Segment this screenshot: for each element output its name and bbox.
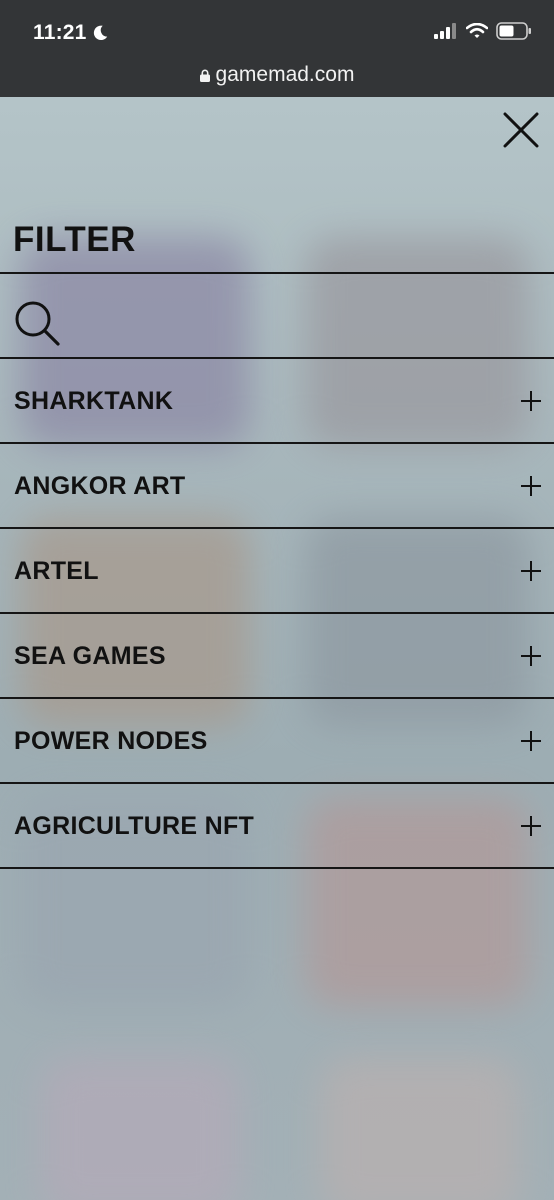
category-label: SEA GAMES [14, 642, 166, 670]
cellular-signal-icon [434, 23, 456, 39]
status-time: 11:21 [33, 21, 87, 44]
search-input[interactable] [70, 294, 530, 340]
category-label: ARTEL [14, 557, 99, 585]
category-item-angkor-art[interactable]: ANGKOR ART [0, 444, 554, 527]
filter-title: FILTER [13, 220, 136, 259]
category-item-power-nodes[interactable]: POWER NODES [0, 699, 554, 782]
wifi-icon [466, 23, 488, 38]
category-item-artel[interactable]: ARTEL [0, 529, 554, 612]
category-label: ANGKOR ART [14, 472, 186, 500]
search-icon[interactable] [14, 300, 60, 346]
status-time-group: 11:21 [33, 21, 109, 45]
category-label: POWER NODES [14, 727, 208, 755]
search-row[interactable] [0, 274, 554, 358]
plus-icon[interactable] [520, 475, 542, 497]
lock-icon [199, 69, 210, 82]
divider [0, 867, 554, 869]
plus-icon[interactable] [520, 815, 542, 837]
plus-icon[interactable] [520, 645, 542, 667]
close-icon[interactable] [500, 109, 542, 151]
category-item-agriculture-nft[interactable]: AGRICULTURE NFT [0, 784, 554, 867]
battery-icon [496, 22, 531, 40]
browser-top-bar: 11:21 gamemad.com [0, 0, 554, 97]
status-icons [434, 22, 532, 40]
category-label: SHARKTANK [14, 387, 174, 415]
address-bar[interactable]: gamemad.com [0, 63, 554, 87]
category-item-sharktank[interactable]: SHARKTANK [0, 359, 554, 442]
plus-icon[interactable] [520, 390, 542, 412]
url-text: gamemad.com [215, 63, 355, 86]
plus-icon[interactable] [520, 560, 542, 582]
plus-icon[interactable] [520, 730, 542, 752]
category-label: AGRICULTURE NFT [14, 812, 255, 840]
category-item-sea-games[interactable]: SEA GAMES [0, 614, 554, 697]
moon-icon [93, 25, 107, 41]
